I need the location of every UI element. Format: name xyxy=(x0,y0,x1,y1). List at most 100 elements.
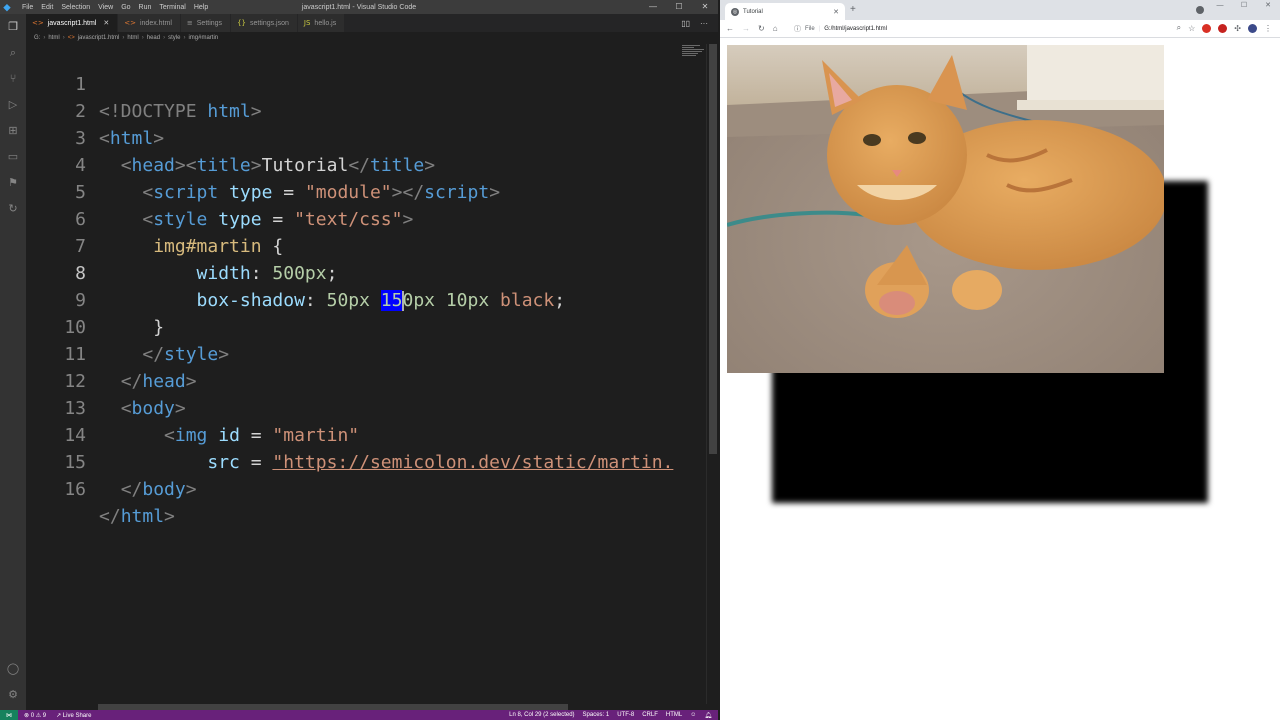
close-tab-icon[interactable]: ✕ xyxy=(103,19,109,27)
line-ending[interactable]: CRLF xyxy=(642,712,658,719)
code-token: > xyxy=(185,479,197,500)
html-file-icon: <> xyxy=(124,19,136,27)
page-viewport xyxy=(720,38,1280,720)
tab-settings[interactable]: ≡ Settings xyxy=(180,14,232,32)
search-icon[interactable]: ⌕ xyxy=(6,46,20,60)
live-share-label: Live Share xyxy=(62,712,92,719)
html-file-icon: <> xyxy=(67,35,75,41)
feedback-icon[interactable]: ☺ xyxy=(690,712,696,719)
back-arrow-icon[interactable]: ← xyxy=(726,24,734,33)
code-line: 14 src = "https://semicolon.dev/static/m… xyxy=(26,395,706,473)
split-editor-icon[interactable]: ▯▯ xyxy=(681,19,690,28)
source-control-icon[interactable]: ⑂ xyxy=(6,72,20,86)
minimize-button[interactable]: — xyxy=(1208,0,1232,14)
problems-indicator[interactable]: ⊗ 0 ⚠ 9 xyxy=(24,712,46,719)
encoding[interactable]: UTF-8 xyxy=(617,712,634,719)
language-mode[interactable]: HTML xyxy=(666,712,682,719)
notifications-bell-icon[interactable]: 🔔︎ xyxy=(704,712,712,719)
address-bar[interactable]: ⓘ File | G:/html/javascript1.html xyxy=(790,22,1210,36)
vscode-titlebar: ◆ File Edit Selection View Go Run Termin… xyxy=(0,0,718,14)
tab-hello-js[interactable]: JS hello.js xyxy=(297,14,346,32)
code-line: 11 </head> xyxy=(26,314,706,392)
breadcrumb-style[interactable]: style xyxy=(168,35,180,41)
red-extension-icon[interactable] xyxy=(1218,23,1228,33)
profile-avatar[interactable] xyxy=(1248,23,1257,33)
opera-extension-icon[interactable] xyxy=(1202,23,1212,33)
minimap[interactable] xyxy=(682,44,708,60)
js-file-icon: JS xyxy=(303,19,311,27)
live-share-icon[interactable]: ↻ xyxy=(6,202,20,216)
cat-image xyxy=(727,45,1164,373)
browser-tab-strip: ◎ Tutorial ✕ + — ☐ ✕ xyxy=(720,0,1280,20)
close-window-button[interactable]: ✕ xyxy=(1256,0,1280,14)
browser-toolbar: ← → ↻ ⌂ ⓘ File | G:/html/javascript1.htm… xyxy=(720,20,1280,38)
extensions-icon[interactable]: ⊞ xyxy=(6,124,20,138)
menu-edit[interactable]: Edit xyxy=(41,4,53,11)
bookmark-star-icon[interactable]: ☆ xyxy=(1188,24,1195,33)
vertical-scrollbar[interactable] xyxy=(706,44,718,704)
code-line: 12 <body> xyxy=(26,341,706,419)
remote-explorer-icon[interactable]: ▭ xyxy=(6,150,20,164)
close-tab-icon[interactable]: ✕ xyxy=(833,8,839,16)
breadcrumb-file[interactable]: javascript1.html xyxy=(78,35,120,41)
maximize-button[interactable]: ☐ xyxy=(1232,0,1256,14)
indentation[interactable]: Spaces: 1 xyxy=(583,712,610,719)
more-actions-icon[interactable]: ··· xyxy=(700,19,708,28)
breadcrumb-selector[interactable]: img#martin xyxy=(188,35,218,41)
menu-view[interactable]: View xyxy=(98,4,113,11)
breadcrumb-folder[interactable]: html xyxy=(48,35,59,41)
code-line: 2 <html> xyxy=(26,71,706,149)
forward-arrow-icon[interactable]: → xyxy=(742,24,750,33)
minimize-button[interactable]: — xyxy=(640,0,666,14)
tab-settings-json[interactable]: {} settings.json xyxy=(231,14,298,32)
maximize-button[interactable]: ☐ xyxy=(666,0,692,14)
vscode-window: ◆ File Edit Selection View Go Run Termin… xyxy=(0,0,718,720)
code-line: 13 <img id = "martin" xyxy=(26,368,706,446)
code-editor[interactable]: 1 <!DOCTYPE html> 2 <html> 3 <head><titl… xyxy=(26,44,706,704)
tab-javascript1-html[interactable]: <> javascript1.html ✕ xyxy=(26,14,119,32)
menu-terminal[interactable]: Terminal xyxy=(159,4,185,11)
live-share-button[interactable]: ↗ Live Share xyxy=(56,712,91,719)
new-tab-button[interactable]: + xyxy=(850,4,856,15)
tab-label: index.html xyxy=(139,19,172,27)
url-scheme: File xyxy=(805,26,815,32)
explorer-icon[interactable]: ❐ xyxy=(6,20,20,34)
url-text: G:/html/javascript1.html xyxy=(824,26,887,32)
globe-icon: ◎ xyxy=(731,7,739,16)
code-token: html xyxy=(120,506,165,527)
menu-help[interactable]: Help xyxy=(194,4,208,11)
breadcrumb-drive[interactable]: G: xyxy=(34,35,40,41)
code-line: 7 width: 500px; xyxy=(26,206,706,284)
accounts-icon[interactable]: ◯ xyxy=(6,662,20,676)
code-line: 1 <!DOCTYPE html> xyxy=(26,44,706,122)
record-icon[interactable] xyxy=(1196,6,1204,14)
menu-run[interactable]: Run xyxy=(139,4,152,11)
tab-index-html[interactable]: <> index.html xyxy=(118,14,181,32)
reload-icon[interactable]: ↻ xyxy=(758,24,765,33)
puzzle-extensions-icon[interactable]: ✣ xyxy=(1234,24,1241,33)
breadcrumb-head[interactable]: head xyxy=(147,35,160,41)
chrome-menu-icon[interactable]: ⋮ xyxy=(1264,24,1272,33)
home-icon[interactable]: ⌂ xyxy=(773,24,778,33)
manage-gear-icon[interactable]: ⚙ xyxy=(6,688,20,702)
close-window-button[interactable]: ✕ xyxy=(692,0,718,14)
code-line: 10 </style> xyxy=(26,287,706,365)
bookmarks-icon[interactable]: ⚑ xyxy=(6,176,20,190)
run-debug-icon[interactable]: ▷ xyxy=(6,98,20,112)
html-file-icon: <> xyxy=(32,19,44,27)
zoom-icon[interactable]: ⌕ xyxy=(1177,23,1181,33)
menu-selection[interactable]: Selection xyxy=(61,4,90,11)
code-line: 6 img#martin { xyxy=(26,179,706,257)
breadcrumb-html[interactable]: html xyxy=(127,35,138,41)
scrollbar-thumb[interactable] xyxy=(709,44,717,454)
menu-bar: File Edit Selection View Go Run Terminal… xyxy=(22,4,208,11)
menu-file[interactable]: File xyxy=(22,4,33,11)
status-bar: ⋈ ⊗ 0 ⚠ 9 ↗ Live Share Ln 8, Col 29 (2 s… xyxy=(0,710,718,720)
menu-go[interactable]: Go xyxy=(121,4,130,11)
remote-indicator-icon[interactable]: ⋈ xyxy=(0,710,18,720)
cursor-position[interactable]: Ln 8, Col 29 (2 selected) xyxy=(509,712,574,719)
info-icon[interactable]: ⓘ xyxy=(794,24,801,34)
tab-label: settings.json xyxy=(249,19,289,27)
browser-tab[interactable]: ◎ Tutorial ✕ xyxy=(725,3,845,20)
code-line: 3 <head><title>Tutorial</title> xyxy=(26,98,706,176)
